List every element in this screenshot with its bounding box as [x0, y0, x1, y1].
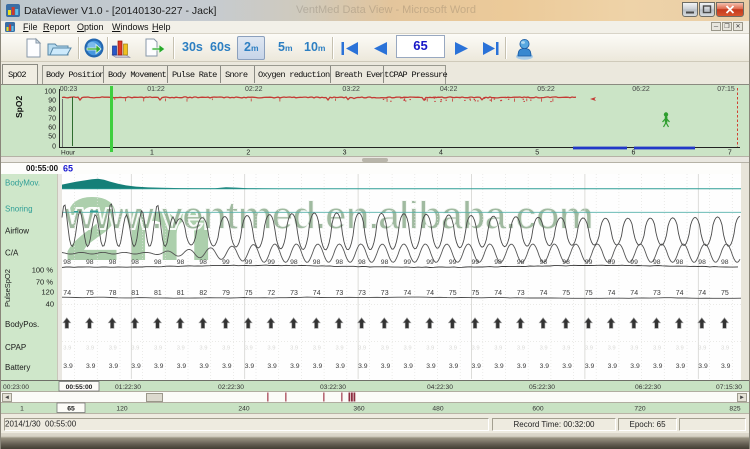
svg-text:120: 120	[116, 406, 127, 413]
svg-text:07:15:30: 07:15:30	[716, 384, 742, 391]
svg-text:825: 825	[729, 406, 740, 413]
svg-text:240: 240	[238, 406, 249, 413]
svg-text:480: 480	[432, 406, 443, 413]
svg-text:2014/1/30 00:55:00: 2014/1/30 00:55:00	[5, 420, 77, 429]
svg-text:600: 600	[532, 406, 543, 413]
svg-text:00:55:00: 00:55:00	[66, 384, 93, 391]
svg-text:1: 1	[20, 406, 24, 413]
svg-text:06:22:30: 06:22:30	[635, 384, 661, 391]
svg-text:720: 720	[634, 406, 645, 413]
svg-text:65: 65	[67, 406, 75, 413]
svg-text:01:22:30: 01:22:30	[115, 384, 141, 391]
svg-text:02:22:30: 02:22:30	[218, 384, 244, 391]
svg-text:00:23:00: 00:23:00	[3, 384, 29, 391]
svg-text:03:22:30: 03:22:30	[320, 384, 346, 391]
svg-text:360: 360	[353, 406, 364, 413]
svg-text:04:22:30: 04:22:30	[427, 384, 453, 391]
svg-text:05:22:30: 05:22:30	[529, 384, 555, 391]
